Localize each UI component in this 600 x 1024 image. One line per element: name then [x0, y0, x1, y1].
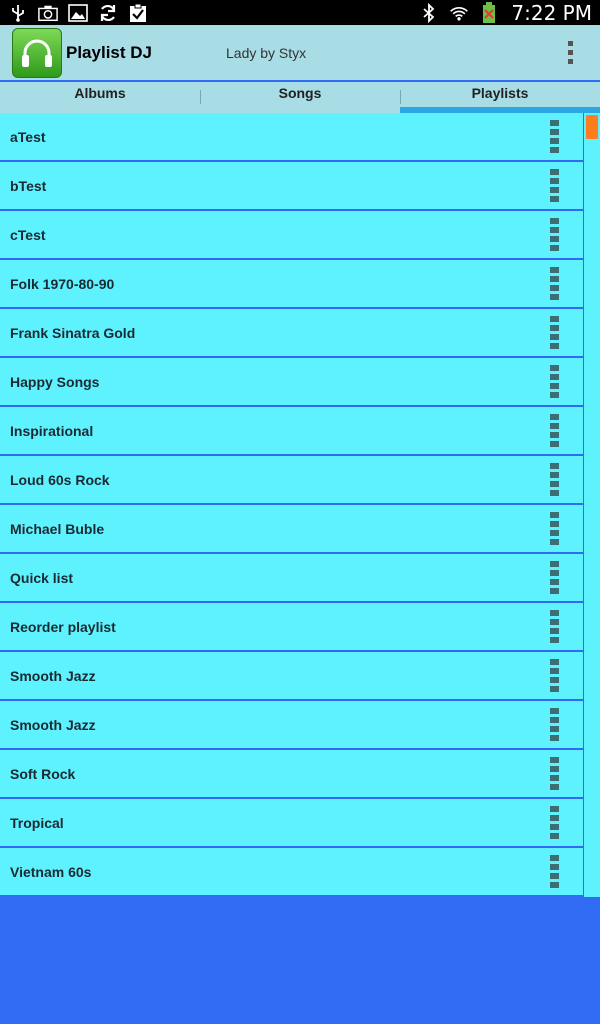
- playlist-label: aTest: [10, 128, 46, 145]
- image-icon: [68, 3, 88, 22]
- drag-handle-icon[interactable]: [550, 659, 559, 692]
- status-time: 7:22 PM: [511, 0, 592, 25]
- clipboard-check-icon: [128, 3, 148, 22]
- drag-handle-icon[interactable]: [550, 561, 559, 594]
- list-item[interactable]: Michael Buble: [0, 505, 583, 554]
- drag-handle-icon[interactable]: [550, 708, 559, 741]
- list-item[interactable]: Soft Rock: [0, 750, 583, 799]
- drag-handle-icon[interactable]: [550, 757, 559, 790]
- drag-handle-icon[interactable]: [550, 267, 559, 300]
- list-item[interactable]: bTest: [0, 162, 583, 211]
- drag-handle-icon[interactable]: [550, 610, 559, 643]
- status-right: 7:22 PM: [419, 1, 592, 25]
- headphones-icon[interactable]: [12, 27, 62, 78]
- list-item[interactable]: Quick list: [0, 554, 583, 603]
- now-playing-text[interactable]: Lady by Styx: [226, 45, 550, 61]
- playlist-label: Smooth Jazz: [10, 667, 96, 684]
- playlist-label: Inspirational: [10, 422, 94, 439]
- playlist-label: bTest: [10, 177, 47, 194]
- playlist-label: Reorder playlist: [10, 618, 116, 635]
- drag-handle-icon[interactable]: [550, 365, 559, 398]
- tab-albums[interactable]: Albums: [0, 82, 200, 113]
- playlist-label: Smooth Jazz: [10, 716, 96, 733]
- playlist-label: Vietnam 60s: [10, 863, 92, 880]
- list-item[interactable]: cTest: [0, 211, 583, 260]
- playlist-label: Soft Rock: [10, 765, 76, 782]
- status-bar: 7:22 PM: [0, 0, 600, 25]
- app-bar: Playlist DJ Lady by Styx: [0, 25, 600, 82]
- drag-handle-icon[interactable]: [550, 463, 559, 496]
- list-item[interactable]: Loud 60s Rock: [0, 456, 583, 505]
- tab-bar: Albums Songs Playlists: [0, 82, 600, 113]
- drag-handle-icon[interactable]: [550, 120, 559, 153]
- drag-handle-icon[interactable]: [550, 414, 559, 447]
- usb-icon: [8, 4, 28, 22]
- list-item[interactable]: Folk 1970-80-90: [0, 260, 583, 309]
- list-item[interactable]: Smooth Jazz: [0, 652, 583, 701]
- drag-handle-icon[interactable]: [550, 316, 559, 349]
- camera-icon: [38, 4, 58, 22]
- list-item[interactable]: Frank Sinatra Gold: [0, 309, 583, 358]
- playlist-label: Quick list: [10, 569, 74, 586]
- sync-icon: [98, 4, 118, 22]
- tab-songs[interactable]: Songs: [200, 82, 400, 113]
- overflow-menu-icon[interactable]: [550, 33, 590, 73]
- list-item[interactable]: Inspirational: [0, 407, 583, 456]
- playlist-label: Loud 60s Rock: [10, 471, 110, 488]
- bluetooth-icon: [419, 2, 439, 23]
- scroll-thumb[interactable]: [586, 115, 598, 139]
- drag-handle-icon[interactable]: [550, 855, 559, 888]
- tab-playlists[interactable]: Playlists: [400, 82, 600, 113]
- playlist-label: Frank Sinatra Gold: [10, 324, 136, 341]
- list-item[interactable]: Tropical: [0, 799, 583, 848]
- playlist-label: Michael Buble: [10, 520, 105, 537]
- list-item[interactable]: Happy Songs: [0, 358, 583, 407]
- playlist-label: Tropical: [10, 814, 64, 831]
- playlist-list: aTest bTest cTest Folk 1970-80-90 Frank …: [0, 113, 583, 897]
- drag-handle-icon[interactable]: [550, 806, 559, 839]
- playlist-label: cTest: [10, 226, 46, 243]
- status-left: [8, 3, 148, 22]
- list-item[interactable]: aTest: [0, 113, 583, 162]
- drag-handle-icon[interactable]: [550, 169, 559, 202]
- drag-handle-icon[interactable]: [550, 218, 559, 251]
- playlist-label: Folk 1970-80-90: [10, 275, 115, 292]
- wifi-icon: [449, 4, 469, 22]
- scrollbar[interactable]: [584, 113, 600, 897]
- playlist-label: Happy Songs: [10, 373, 100, 390]
- list-item[interactable]: Reorder playlist: [0, 603, 583, 652]
- battery-icon: [479, 1, 499, 23]
- app-title: Playlist DJ: [66, 42, 152, 62]
- drag-handle-icon[interactable]: [550, 512, 559, 545]
- list-item[interactable]: Smooth Jazz: [0, 701, 583, 750]
- list-item[interactable]: Vietnam 60s: [0, 848, 583, 897]
